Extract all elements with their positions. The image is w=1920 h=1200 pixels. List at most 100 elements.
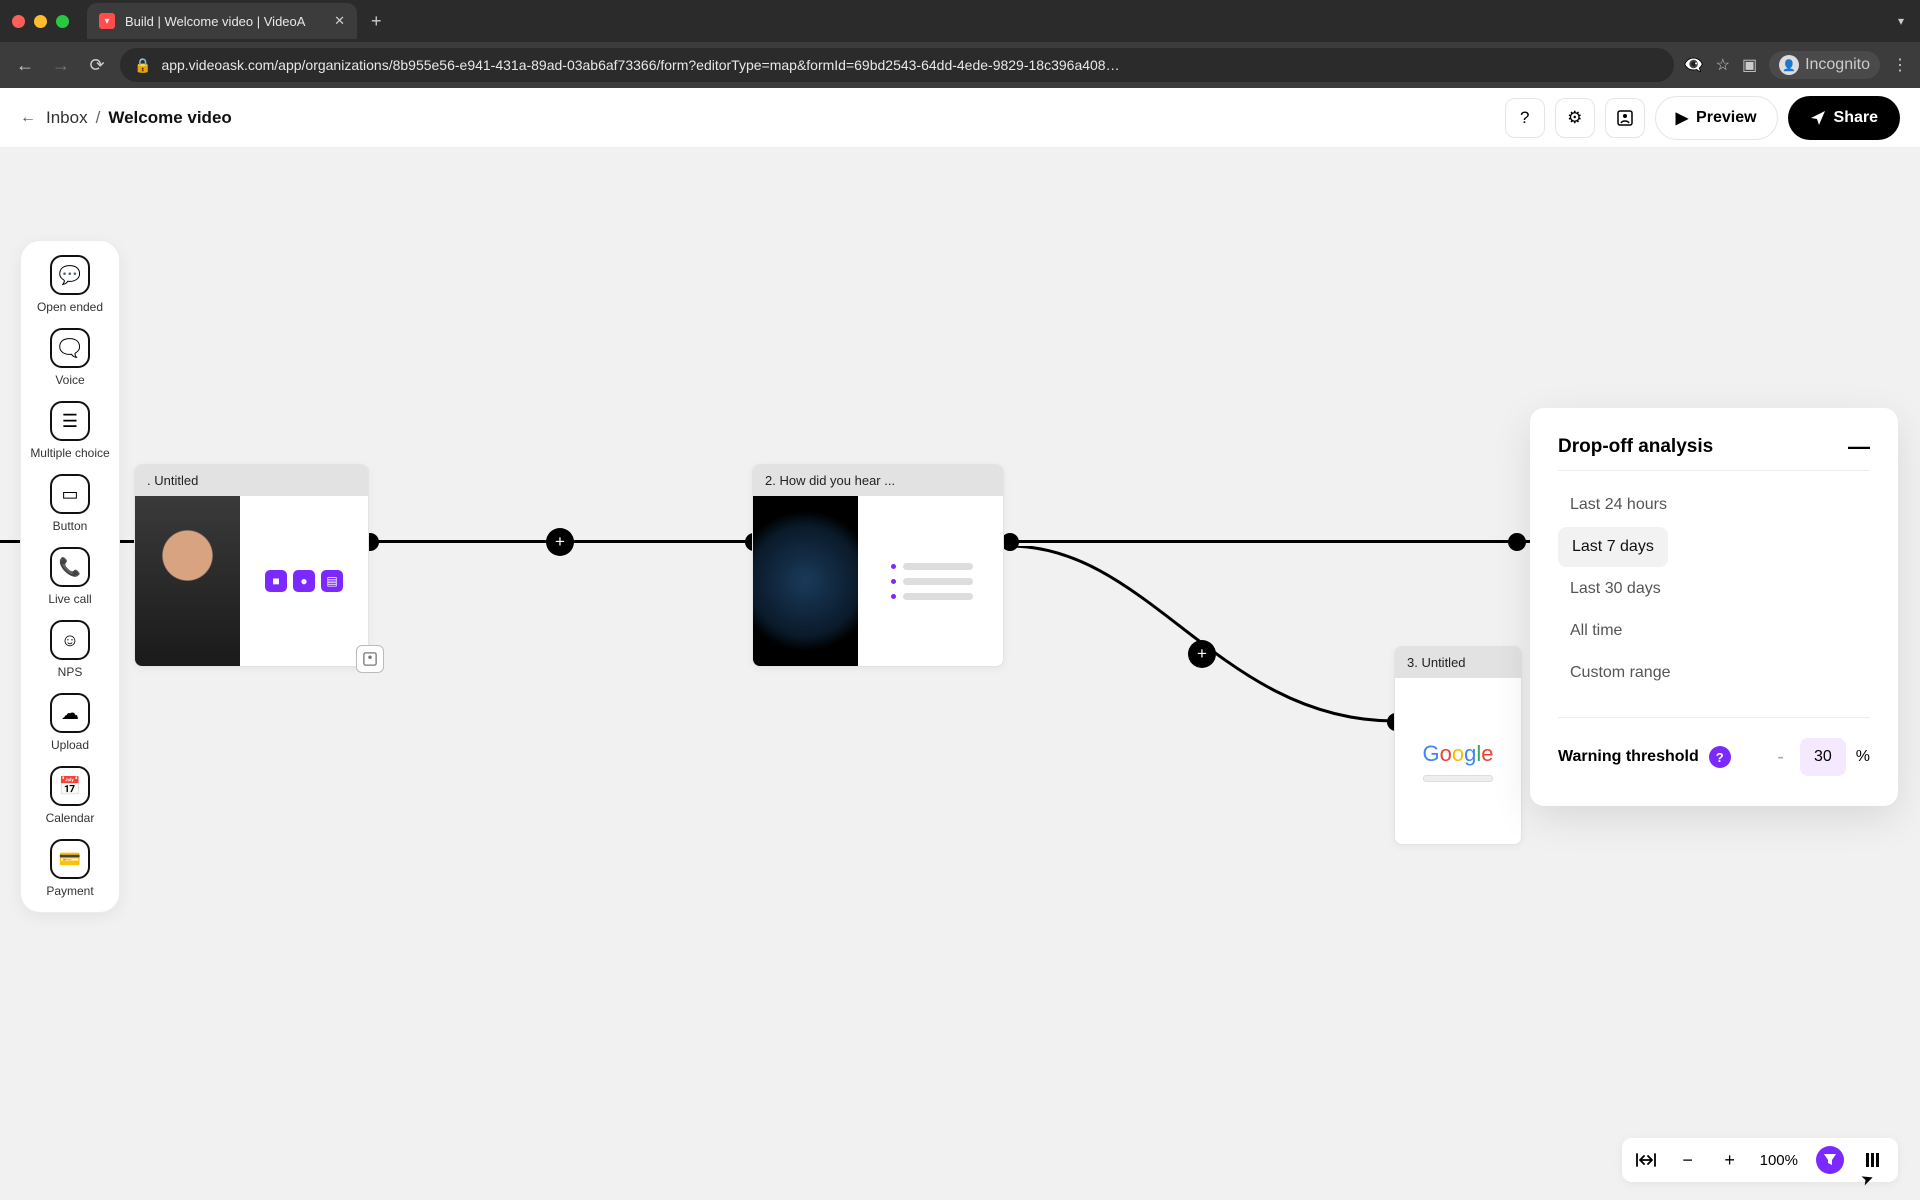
- breadcrumb: ← Inbox / Welcome video: [20, 108, 232, 128]
- window-controls[interactable]: [12, 15, 69, 28]
- step-card-1[interactable]: . Untitled ■ ● ▤: [134, 464, 369, 667]
- eye-off-icon[interactable]: 👁️‍🗨️: [1684, 55, 1704, 75]
- profile-icon: [363, 652, 377, 666]
- address-bar[interactable]: 🔒 app.videoask.com/app/organizations/8b9…: [120, 48, 1674, 82]
- text-icon: ▤: [321, 570, 343, 592]
- cloud-upload-icon: ☁︎: [50, 693, 90, 733]
- card-icon: 💳: [50, 839, 90, 879]
- breadcrumb-inbox[interactable]: Inbox: [46, 108, 88, 128]
- minimize-window[interactable]: [34, 15, 47, 28]
- range-7d[interactable]: Last 7 days: [1558, 527, 1668, 567]
- step-badge[interactable]: [356, 645, 384, 673]
- back-button[interactable]: ←: [12, 55, 38, 76]
- incognito-label: Incognito: [1805, 56, 1870, 74]
- zoom-level: 100%: [1760, 1152, 1798, 1169]
- step-card-2[interactable]: 2. How did you hear ...: [752, 464, 1004, 667]
- tool-multiple-choice[interactable]: ☰ Multiple choice: [29, 401, 111, 460]
- panel-title: Drop-off analysis: [1558, 436, 1713, 458]
- time-range-list: Last 24 hours Last 7 days Last 30 days A…: [1558, 485, 1870, 693]
- add-step-button[interactable]: +: [546, 528, 574, 556]
- close-tab-icon[interactable]: ✕: [334, 13, 345, 29]
- url-text: app.videoask.com/app/organizations/8b955…: [161, 57, 1659, 73]
- search-bar-mock: [1423, 775, 1493, 782]
- range-24h[interactable]: Last 24 hours: [1558, 485, 1870, 525]
- help-button[interactable]: ?: [1505, 98, 1545, 138]
- nav-bar: ← → ⟳ 🔒 app.videoask.com/app/organizatio…: [0, 42, 1920, 88]
- step-thumbnail: [135, 496, 240, 666]
- zoom-out-button[interactable]: −: [1676, 1150, 1700, 1171]
- calendar-icon: 📅: [50, 766, 90, 806]
- fit-width-button[interactable]: [1634, 1153, 1658, 1167]
- zoom-toolbar: − + 100%: [1622, 1138, 1898, 1182]
- google-logo: Google: [1422, 741, 1493, 767]
- tool-voice[interactable]: 🗨️ Voice: [29, 328, 111, 387]
- range-30d[interactable]: Last 30 days: [1558, 569, 1870, 609]
- forward-button[interactable]: →: [48, 55, 74, 76]
- preview-label: Preview: [1696, 109, 1756, 127]
- share-label: Share: [1834, 109, 1878, 127]
- add-step-button[interactable]: +: [1188, 640, 1216, 668]
- threshold-unit: %: [1856, 748, 1870, 766]
- maximize-window[interactable]: [56, 15, 69, 28]
- funnel-analysis-button[interactable]: [1816, 1146, 1844, 1174]
- phone-icon: 📞: [50, 547, 90, 587]
- panel-icon[interactable]: ▣: [1742, 55, 1757, 75]
- chat-bubble-icon: 💬: [50, 255, 90, 295]
- tool-payment[interactable]: 💳 Payment: [29, 839, 111, 898]
- reload-button[interactable]: ⟳: [84, 55, 110, 76]
- tool-button[interactable]: ▭ Button: [29, 474, 111, 533]
- browser-tab[interactable]: ▾ Build | Welcome video | VideoA ✕: [87, 3, 357, 39]
- tool-calendar[interactable]: 📅 Calendar: [29, 766, 111, 825]
- button-icon: ▭: [50, 474, 90, 514]
- tool-nps[interactable]: ☺ NPS: [29, 620, 111, 679]
- step-thumbnail: [753, 496, 858, 666]
- tool-open-ended[interactable]: 💬 Open ended: [29, 255, 111, 314]
- step-card-3[interactable]: 3. Untitled Google: [1394, 646, 1522, 845]
- audio-icon: ●: [293, 570, 315, 592]
- step-type-toolbox: 💬 Open ended 🗨️ Voice ☰ Multiple choice …: [20, 240, 120, 913]
- send-icon: [1810, 110, 1826, 126]
- minimize-panel-button[interactable]: —: [1848, 434, 1870, 460]
- decrease-threshold-button[interactable]: -: [1771, 746, 1790, 769]
- tabs-menu-icon[interactable]: ▾: [1898, 14, 1904, 28]
- preview-button[interactable]: ▶ Preview: [1655, 96, 1778, 140]
- tab-bar: ▾ Build | Welcome video | VideoA ✕ + ▾: [0, 0, 1920, 42]
- favicon: ▾: [99, 13, 115, 29]
- answer-type-icons: ■ ● ▤: [265, 570, 343, 592]
- range-all[interactable]: All time: [1558, 611, 1870, 651]
- video-icon: ■: [265, 570, 287, 592]
- divider: [1558, 470, 1870, 471]
- step-thumbnail: Google: [1395, 678, 1521, 844]
- profile-button[interactable]: [1605, 98, 1645, 138]
- layout-grid-button[interactable]: [1862, 1153, 1886, 1167]
- multiple-choice-preview: [903, 563, 973, 600]
- smile-icon: ☺: [50, 620, 90, 660]
- back-arrow-icon[interactable]: ←: [20, 109, 36, 127]
- zoom-in-button[interactable]: +: [1718, 1150, 1742, 1171]
- flow-input-port[interactable]: [1508, 533, 1526, 551]
- incognito-badge[interactable]: 👤 Incognito: [1769, 51, 1880, 79]
- kebab-menu-icon[interactable]: ⋮: [1892, 55, 1908, 75]
- list-icon: ☰: [50, 401, 90, 441]
- new-tab-button[interactable]: +: [371, 11, 382, 32]
- star-icon[interactable]: ☆: [1716, 55, 1730, 75]
- incognito-icon: 👤: [1779, 55, 1799, 75]
- play-icon: ▶: [1676, 108, 1688, 128]
- browser-chrome: ▾ Build | Welcome video | VideoA ✕ + ▾ ←…: [0, 0, 1920, 88]
- threshold-label: Warning threshold: [1558, 748, 1699, 766]
- app-header: ← Inbox / Welcome video ? ⚙ ▶ Preview Sh…: [0, 88, 1920, 148]
- voice-bubble-icon: 🗨️: [50, 328, 90, 368]
- dropoff-panel: Drop-off analysis — Last 24 hours Last 7…: [1530, 408, 1898, 806]
- tool-upload[interactable]: ☁︎ Upload: [29, 693, 111, 752]
- step-card-title: 3. Untitled: [1395, 647, 1521, 678]
- threshold-value[interactable]: 30: [1800, 738, 1846, 776]
- range-custom[interactable]: Custom range: [1558, 653, 1870, 693]
- close-window[interactable]: [12, 15, 25, 28]
- settings-button[interactable]: ⚙: [1555, 98, 1595, 138]
- help-icon[interactable]: ?: [1709, 746, 1731, 768]
- share-button[interactable]: Share: [1788, 96, 1900, 140]
- flow-canvas[interactable]: + + . Untitled ■ ● ▤ 2. How did you hear…: [0, 148, 1920, 1200]
- tool-live-call[interactable]: 📞 Live call: [29, 547, 111, 606]
- step-card-title: 2. How did you hear ...: [753, 465, 1003, 496]
- step-card-title: . Untitled: [135, 465, 368, 496]
